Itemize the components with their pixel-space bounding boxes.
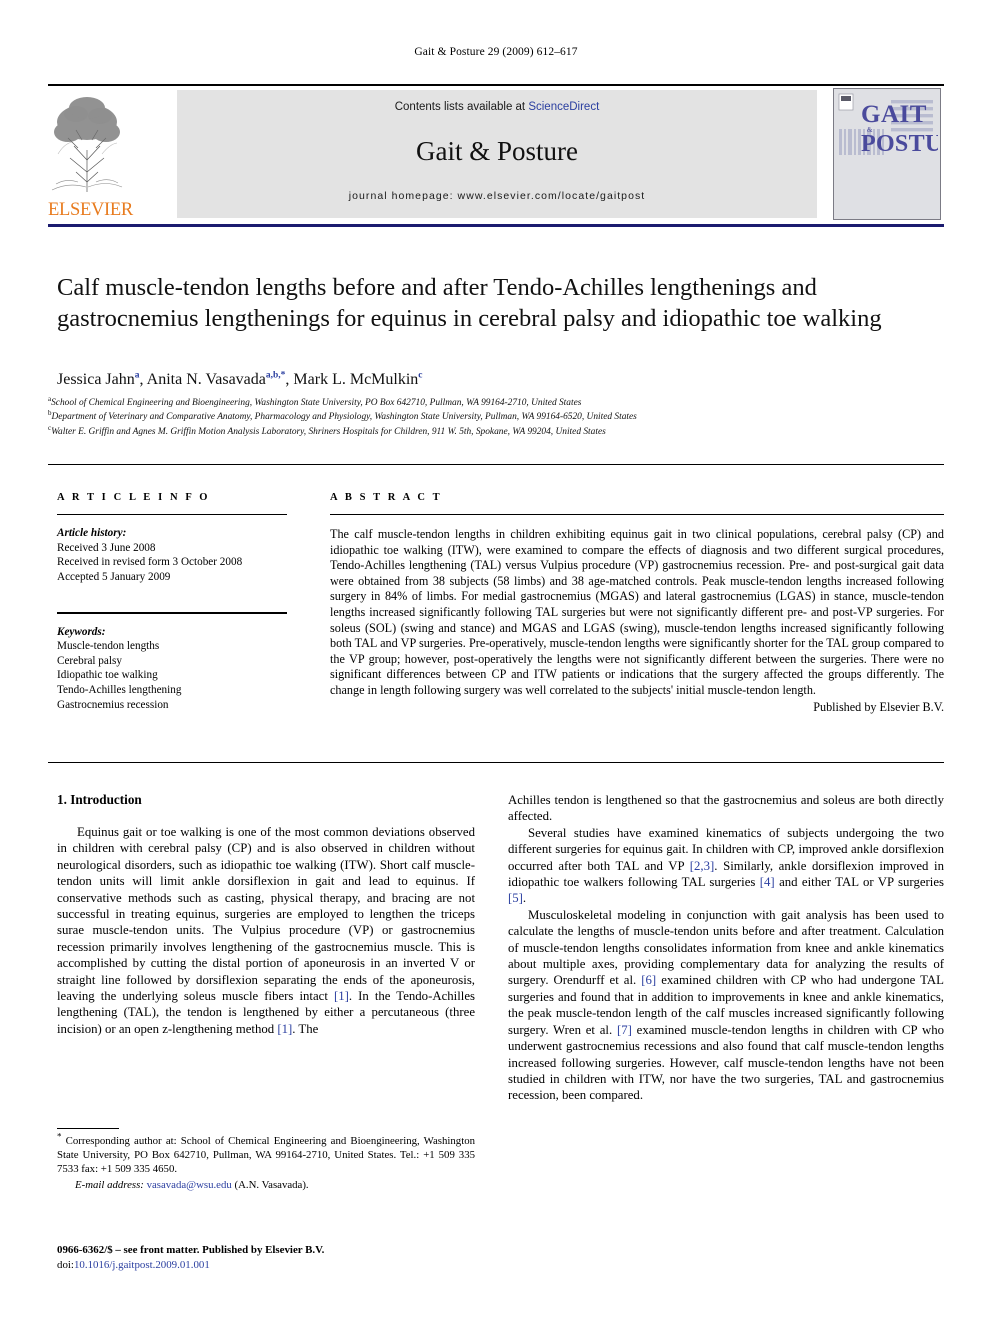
doi-label: doi:: [57, 1258, 74, 1271]
elsevier-wordmark: ELSEVIER: [48, 199, 133, 220]
doi-link[interactable]: 10.1016/j.gaitpost.2009.01.001: [74, 1259, 210, 1271]
journal-cover-thumbnail: GAIT & POSTURE: [833, 88, 941, 220]
email-link[interactable]: vasavada@wsu.edu: [147, 1179, 232, 1191]
running-head: Gait & Posture 29 (2009) 612–617: [414, 46, 578, 58]
affiliation-text: School of Chemical Engineering and Bioen…: [51, 398, 582, 408]
citation-ref[interactable]: [7]: [617, 1023, 632, 1037]
article-first-page: Gait & Posture 29 (2009) 612–617 ELSEVIE…: [0, 0, 992, 1323]
citation-ref[interactable]: [2,3]: [690, 859, 715, 873]
affiliation-text: Walter E. Griffin and Agnes M. Griffin M…: [51, 426, 606, 437]
article-history-label: Article history:: [57, 527, 127, 540]
article-info-rule: [57, 514, 287, 516]
elsevier-tree-icon: [51, 97, 123, 192]
citation-ref[interactable]: [5]: [508, 891, 523, 905]
elsevier-logo: ELSEVIER: [48, 88, 133, 220]
history-item: Accepted 5 January 2009: [57, 570, 171, 583]
masthead-bottom-rule: [48, 224, 944, 228]
email-line: E-mail address: vasavada@wsu.edu (A.N. V…: [57, 1178, 475, 1192]
keyword-item: Idiopathic toe walking: [57, 669, 158, 682]
body-paragraph: Achilles tendon is lengthened so that th…: [508, 793, 944, 824]
abstract-signature: Published by Elsevier B.V.: [813, 699, 944, 714]
history-item: Received 3 June 2008: [57, 541, 156, 554]
author-name: Anita N. Vasavada: [146, 371, 266, 388]
author-affil-mark: c: [418, 370, 423, 381]
section-heading-introduction: 1. Introduction: [57, 792, 142, 807]
keyword-item: Tendo-Achilles lengthening: [57, 683, 182, 696]
citation-ref[interactable]: [1]: [277, 1022, 292, 1036]
journal-homepage[interactable]: journal homepage: www.elsevier.com/locat…: [177, 190, 817, 202]
article-history: Article history: Received 3 June 2008 Re…: [57, 526, 302, 584]
body-paragraph: Several studies have examined kinematics…: [508, 825, 944, 907]
masthead-top-rule: [48, 84, 944, 87]
body-right-column: Achilles tendon is lengthened so that th…: [508, 792, 944, 1104]
svg-text:POSTURE: POSTURE: [861, 131, 938, 157]
imprint-block: 0966-6362/$ – see front matter. Publishe…: [57, 1243, 487, 1272]
history-item: Received in revised form 3 October 2008: [57, 556, 243, 569]
body-left-column: 1. Introduction Equinus gait or toe walk…: [57, 792, 475, 1037]
doi-line: doi:10.1016/j.gaitpost.2009.01.001: [57, 1258, 487, 1273]
svg-text:GAIT: GAIT: [861, 101, 927, 128]
par-text: and either TAL or VP surgeries: [774, 875, 944, 890]
abstract-heading: A B S T R A C T: [330, 492, 443, 503]
masthead-band: Contents lists available at ScienceDirec…: [177, 90, 817, 218]
email-label: E-mail address:: [75, 1179, 144, 1191]
citation-ref[interactable]: [4]: [760, 875, 775, 889]
par-text: . The: [292, 1021, 319, 1036]
journal-title: Gait & Posture: [416, 136, 578, 166]
keyword-item: Cerebral palsy: [57, 654, 122, 667]
affiliation-item: bDepartment of Veterinary and Comparativ…: [48, 410, 938, 424]
affiliation-item: cWalter E. Griffin and Agnes M. Griffin …: [48, 424, 938, 439]
abstract-column: A B S T R A C T The calf muscle-tendon l…: [330, 492, 944, 715]
author-list: Jessica Jahna, Anita N. Vasavadaa,b,*, M…: [57, 370, 423, 388]
affiliation-list: aSchool of Chemical Engineering and Bioe…: [48, 395, 938, 439]
page-title: Calf muscle-tendon lengths before and af…: [57, 274, 882, 332]
body-paragraph: Equinus gait or toe walking is one of th…: [57, 824, 475, 1037]
author-affil-mark: a,b,*: [265, 370, 286, 381]
citation-ref[interactable]: [1]: [334, 989, 349, 1003]
corresponding-author-footnote: * Corresponding author at: School of Che…: [57, 1132, 475, 1192]
keyword-item: Muscle-tendon lengths: [57, 640, 160, 653]
article-info-heading: A R T I C L E I N F O: [57, 492, 211, 503]
citation-ref[interactable]: [6]: [641, 973, 656, 987]
footnote-text: Corresponding author at: School of Chemi…: [57, 1135, 475, 1175]
author-name: Mark L. McMulkin: [293, 371, 419, 388]
article-info-column: A R T I C L E I N F O Article history: R…: [57, 492, 302, 712]
abstract-rule: [330, 514, 944, 516]
par-text: Equinus gait or toe walking is one of th…: [57, 825, 475, 1004]
body-paragraph: Musculoskeletal modeling in conjunction …: [508, 907, 944, 1104]
footnote-rule: [57, 1128, 119, 1130]
keywords-rule: [57, 612, 287, 614]
body-top-rule: [48, 762, 944, 764]
info-band-top-rule: [48, 464, 944, 466]
affiliation-text: Department of Veterinary and Comparative…: [51, 412, 637, 423]
contents-prefix: Contents lists available at: [394, 101, 529, 113]
affiliation-item: aSchool of Chemical Engineering and Bioe…: [48, 395, 938, 410]
journal-cover-art: GAIT & POSTURE: [834, 89, 940, 217]
front-matter-line: 0966-6362/$ – see front matter. Publishe…: [57, 1244, 325, 1256]
par-text: .: [522, 891, 527, 906]
keywords-label: Keywords:: [57, 625, 106, 638]
abstract-text: The calf muscle-tendon lengths in childr…: [330, 527, 944, 698]
keywords-block: Keywords: Muscle-tendon lengths Cerebral…: [57, 625, 302, 713]
email-suffix: (A.N. Vasavada).: [231, 1179, 309, 1191]
keyword-item: Gastrocnemius recession: [57, 698, 169, 711]
contents-available-line: Contents lists available at ScienceDirec…: [177, 101, 817, 113]
sciencedirect-link[interactable]: ScienceDirect: [528, 101, 599, 113]
author-name: Jessica Jahn: [57, 371, 135, 388]
author-affil-mark: a: [134, 370, 140, 381]
